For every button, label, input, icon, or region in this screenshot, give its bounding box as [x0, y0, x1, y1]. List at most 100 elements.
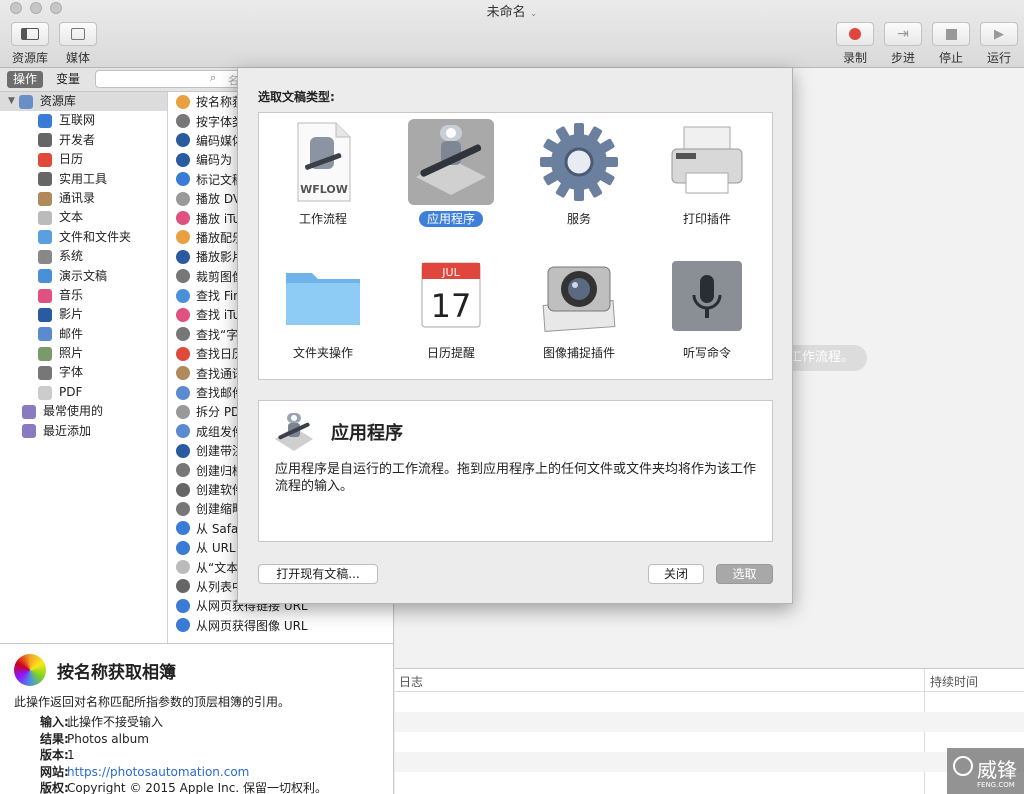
- step-label: 步进: [890, 51, 915, 65]
- tab-variables[interactable]: 变量: [50, 71, 86, 88]
- tab-actions[interactable]: 操作: [7, 71, 44, 88]
- microphone-icon: [664, 253, 750, 339]
- workflow-document-icon: WFLOW: [280, 119, 366, 205]
- sidebar-item-14[interactable]: 字体: [0, 363, 167, 382]
- log-column-header[interactable]: 日志: [399, 673, 423, 690]
- log-header: 日志 持续时间: [395, 669, 1024, 794]
- table-row: [395, 752, 1024, 772]
- action-icon: [176, 501, 190, 516]
- printer-icon: [664, 119, 750, 205]
- category-children: 互联网开发者日历实用工具通讯录 文本文件和文件夹系统 演示文稿 音乐 影片 邮件 照片字体 P…: [0, 111, 167, 441]
- watermark: 威锋 FENG.COM: [947, 748, 1024, 794]
- action-icon: [176, 269, 190, 284]
- document-type-label: 工作流程: [298, 212, 347, 226]
- action-icon: [176, 211, 190, 226]
- search-input[interactable]: ⌕ 名: [95, 70, 245, 88]
- document-type-label: 应用程序: [418, 211, 483, 227]
- action-label: 查找 iTu: [196, 308, 241, 323]
- step-button[interactable]: ⇥ 步进: [882, 22, 924, 66]
- sheet-prompt: 选取文稿类型:: [258, 90, 335, 104]
- stop-button[interactable]: 停止: [930, 22, 972, 66]
- music-icon: [38, 288, 52, 303]
- media-label: 媒体: [65, 51, 90, 65]
- sidebar-item-2[interactable]: 开发者: [0, 131, 167, 150]
- field-key: 版本:: [40, 748, 69, 762]
- sidebar-item-4[interactable]: 实用工具: [0, 170, 167, 189]
- close-button[interactable]: 关闭: [648, 564, 704, 584]
- document-type-4[interactable]: 打印插件: [643, 115, 771, 249]
- field-key: 版权:: [40, 781, 69, 794]
- field-key: 结果:: [40, 731, 69, 746]
- document-type-8[interactable]: 听写命令: [643, 249, 771, 383]
- sidebar-item-8[interactable]: 系统: [0, 247, 167, 266]
- sidebar-item-10[interactable]: 音乐: [0, 286, 167, 305]
- choose-button[interactable]: 选取: [716, 564, 773, 584]
- description-title: 按名称获取相簿: [57, 663, 176, 683]
- website-link[interactable]: https://photosautomation.com: [67, 764, 249, 781]
- open-existing-button[interactable]: 打开现有文稿...: [258, 564, 378, 584]
- sidebar-item-16[interactable]: 最常使用的: [0, 402, 167, 421]
- watermark-text: 威锋: [977, 758, 1017, 782]
- document-type-7[interactable]: 图像捕捉插件: [515, 249, 643, 383]
- list-item[interactable]: 从网页获得图像 URL: [169, 616, 394, 635]
- action-icon: [176, 288, 190, 303]
- category-label: 文件和文件夹: [59, 229, 132, 244]
- document-type-5[interactable]: 文件夹操作: [259, 249, 387, 383]
- category-label: 字体: [59, 365, 84, 380]
- duration-column-header[interactable]: 持续时间: [930, 673, 978, 690]
- sidebar-item-6[interactable]: 文本: [0, 208, 167, 227]
- action-icon: [176, 133, 190, 148]
- document-type-6[interactable]: JUL 17 日历提醒: [387, 249, 515, 383]
- movie-icon: [38, 307, 52, 322]
- window-title[interactable]: 未命名 ⌄: [0, 1, 1024, 20]
- search-icon: ⌕: [210, 71, 217, 84]
- action-icon: [176, 327, 190, 342]
- field-value: Photos album: [67, 731, 149, 746]
- description-summary: 此操作返回对名称匹配所指参数的顶层相簿的引用。: [14, 695, 291, 709]
- sidebar-item-15[interactable]: PDF: [0, 383, 167, 402]
- media-button[interactable]: 媒体: [58, 22, 98, 66]
- sidebar-item-3[interactable]: 日历: [0, 150, 167, 169]
- category-label: 开发者: [59, 132, 96, 147]
- sidebar-item-9[interactable]: 演示文稿: [0, 267, 167, 286]
- sidebar-item-13[interactable]: 照片: [0, 344, 167, 363]
- category-label: 最近添加: [43, 423, 92, 438]
- action-label: 从“文本: [196, 560, 239, 575]
- watermark-logo-icon: [953, 756, 973, 776]
- action-icon: [176, 463, 190, 478]
- sidebar-item-12[interactable]: 邮件: [0, 325, 167, 344]
- action-icon: [176, 172, 190, 187]
- action-icon: [176, 230, 190, 245]
- action-label: 查找 Fin: [196, 289, 241, 304]
- document-type-label: 听写命令: [682, 346, 731, 360]
- description-field: 网站: https://photosautomation.com: [0, 764, 394, 781]
- mail-icon: [38, 327, 52, 342]
- disclosure-triangle-icon[interactable]: ▼: [8, 92, 15, 111]
- step-icon: ⇥: [884, 22, 922, 46]
- run-button[interactable]: ▶ 运行: [978, 22, 1020, 66]
- sidebar-item-11[interactable]: 影片: [0, 305, 167, 324]
- description-field: 结果: Photos album: [0, 731, 394, 748]
- document-type-1[interactable]: WFLOW 工作流程: [259, 115, 387, 249]
- sidebar-item-7[interactable]: 文件和文件夹: [0, 228, 167, 247]
- document-type-2[interactable]: 应用程序: [387, 115, 515, 249]
- photos-icon: [14, 654, 46, 686]
- stop-icon: [932, 22, 970, 46]
- record-button[interactable]: 录制: [834, 22, 876, 66]
- category-list: ▼ 资源库 互联网开发者日历实用工具通讯录 文本文件和文件夹系统 演示文稿 音乐 影片邮…: [0, 92, 168, 643]
- sidebar-item-17[interactable]: 最近添加: [0, 422, 167, 441]
- library-toggle-button[interactable]: 资源库: [8, 22, 52, 66]
- chevron-down-icon: ⌄: [529, 9, 538, 19]
- sidebar-item-1[interactable]: 互联网: [0, 111, 167, 130]
- window-toolbar: 未命名 ⌄ 资源库 媒体 录制 ⇥ 步进 停止 ▶ 运行: [0, 0, 1024, 68]
- sidebar-item-library[interactable]: ▼ 资源库: [0, 92, 167, 112]
- gear-icon: [536, 119, 622, 205]
- document-type-3[interactable]: 服务: [515, 115, 643, 249]
- folder-icon: [38, 230, 52, 245]
- tools-icon: [38, 172, 52, 187]
- action-icon: [176, 540, 190, 555]
- category-label: 实用工具: [59, 171, 108, 186]
- sidebar-item-5[interactable]: 通讯录: [0, 189, 167, 208]
- action-icon: [176, 94, 190, 109]
- action-label: 查找“字: [196, 327, 239, 342]
